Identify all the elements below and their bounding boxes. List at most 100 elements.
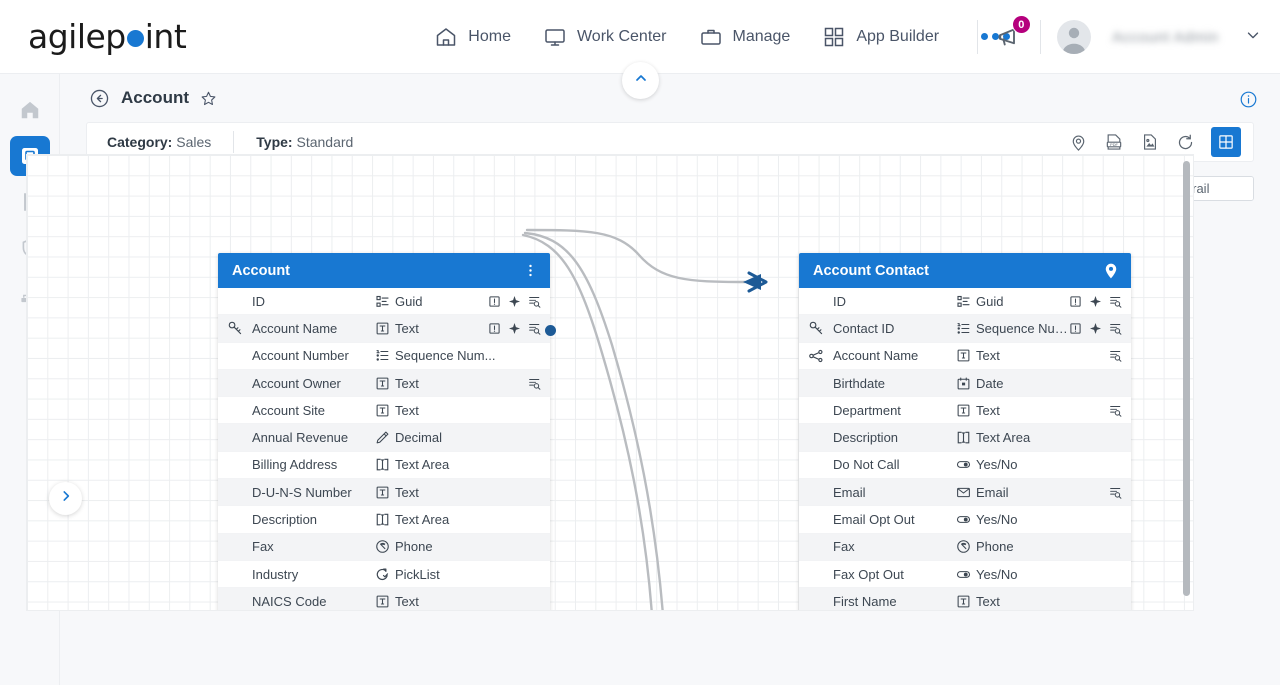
info-button[interactable] (1239, 90, 1258, 114)
table-row[interactable]: Department Text (799, 397, 1131, 425)
required-icon[interactable] (1069, 295, 1082, 308)
primary-nav: Home Work Center Manage App Builder (434, 25, 1011, 49)
field-name: Department (833, 402, 901, 418)
chevron-right-icon (59, 489, 73, 508)
grid-icon (822, 25, 846, 49)
table-row[interactable]: Description Text Area (218, 506, 550, 534)
table-row[interactable]: Account Name Text (799, 343, 1131, 370)
sequence-icon (950, 321, 976, 336)
svg-text:PDF: PDF (1110, 143, 1118, 147)
table-row[interactable]: Industry PickList (218, 561, 550, 589)
table-row[interactable]: D-U-N-S Number Text (218, 479, 550, 507)
lookup-icon[interactable] (1109, 404, 1122, 417)
table-row[interactable]: Contact ID Sequence Num... (799, 315, 1131, 343)
table-row[interactable]: Fax Opt Out Yes/No (799, 561, 1131, 589)
text-icon (950, 594, 976, 609)
text-icon (369, 321, 395, 336)
field-name: Description (252, 512, 318, 528)
export-pdf-button[interactable]: PDF (1104, 132, 1124, 152)
layout-grid-button[interactable] (1211, 127, 1241, 157)
field-name: Account Name (833, 348, 919, 364)
table-row[interactable]: Birthdate Date (799, 369, 1131, 398)
field-type: Text (395, 375, 419, 391)
sparkle-icon[interactable] (508, 322, 521, 335)
lookup-icon[interactable] (1109, 486, 1122, 499)
agilepoint-logo[interactable]: agilep int (28, 17, 187, 56)
relationship-source-dot[interactable] (545, 325, 556, 336)
category-field: Category: Sales (107, 134, 211, 150)
nav-item-work-center[interactable]: Work Center (543, 25, 667, 49)
divider (976, 20, 978, 54)
notifications-button[interactable]: 0 (994, 15, 1031, 52)
required-icon[interactable] (488, 322, 501, 335)
table-row[interactable]: ID Guid (218, 288, 550, 316)
nav-item-manage[interactable]: Manage (699, 25, 791, 49)
required-icon[interactable] (1069, 322, 1082, 335)
toggle-icon (950, 512, 976, 527)
lookup-icon[interactable] (528, 377, 541, 390)
lookup-icon[interactable] (528, 295, 541, 308)
field-name: Annual Revenue (252, 430, 349, 446)
nav-item-app-builder[interactable]: App Builder (822, 25, 939, 49)
table-row[interactable]: NAICS Code Text (218, 588, 550, 610)
row-flags (488, 295, 550, 308)
table-row[interactable]: ID Guid (799, 288, 1131, 316)
entity-header[interactable]: Account Contact (799, 253, 1131, 288)
refresh-button[interactable] (1176, 133, 1195, 152)
text-icon (950, 348, 976, 363)
row-flags (1109, 404, 1131, 417)
canvas-scrollbar[interactable] (1183, 161, 1190, 596)
date-icon (950, 376, 976, 391)
table-row[interactable]: Fax Phone (799, 533, 1131, 561)
field-type: PickList (395, 566, 440, 582)
textarea-icon (369, 512, 395, 527)
table-row[interactable]: Billing Address Text Area (218, 452, 550, 480)
sidebar-item-home[interactable] (10, 90, 50, 130)
entity-card-account-contact[interactable]: Account Contact ID Guid Contact ID Seque… (799, 253, 1131, 610)
entity-diagram-canvas[interactable]: Account ID Guid Account Name Text Accoun… (26, 154, 1194, 611)
nav-item-home[interactable]: Home (434, 25, 511, 49)
table-row[interactable]: Account Number Sequence Num... (218, 343, 550, 370)
field-name: Do Not Call (833, 457, 900, 473)
field-type: Text (976, 348, 1000, 364)
avatar[interactable] (1056, 20, 1091, 54)
table-row[interactable]: Account Name Text (218, 315, 550, 343)
required-icon[interactable] (488, 295, 501, 308)
expand-sidebar-button[interactable] (49, 482, 82, 515)
table-row[interactable]: Account Site Text (218, 397, 550, 425)
table-row[interactable]: Fax Phone (218, 533, 550, 561)
lookup-icon[interactable] (528, 322, 541, 335)
divider (233, 131, 235, 153)
collapse-header-button[interactable] (622, 62, 659, 99)
favorite-button[interactable] (200, 90, 217, 107)
kebab-menu-icon[interactable] (522, 262, 539, 279)
table-row[interactable]: Email Opt Out Yes/No (799, 506, 1131, 534)
sparkle-icon[interactable] (1089, 322, 1102, 335)
location-pin-icon[interactable] (1102, 262, 1120, 280)
user-menu-chevron-down-icon[interactable] (1244, 26, 1262, 49)
locate-button[interactable] (1069, 133, 1088, 152)
phone-icon (369, 539, 395, 554)
entity-header[interactable]: Account (218, 253, 550, 288)
field-type: Text (976, 402, 1000, 418)
table-row[interactable]: First Name Text (799, 588, 1131, 610)
entity-card-account[interactable]: Account ID Guid Account Name Text Accoun… (218, 253, 550, 610)
divider (1039, 20, 1041, 54)
text-icon (950, 403, 976, 418)
table-row[interactable]: Description Text Area (799, 424, 1131, 452)
table-row[interactable]: Do Not Call Yes/No (799, 452, 1131, 480)
table-row[interactable]: Email Email (799, 479, 1131, 507)
avatar-icon (1062, 27, 1086, 54)
nav-item-label: Manage (732, 27, 791, 45)
sparkle-icon[interactable] (1089, 295, 1102, 308)
table-row[interactable]: Account Owner Text (218, 369, 550, 398)
table-row[interactable]: Annual Revenue Decimal (218, 424, 550, 452)
sparkle-icon[interactable] (508, 295, 521, 308)
lookup-icon[interactable] (1109, 322, 1122, 335)
decimal-icon (369, 430, 395, 445)
lookup-icon[interactable] (1109, 295, 1122, 308)
back-button[interactable] (89, 88, 110, 109)
lookup-icon[interactable] (1109, 349, 1122, 362)
export-image-button[interactable] (1140, 132, 1160, 152)
phone-icon (950, 539, 976, 554)
